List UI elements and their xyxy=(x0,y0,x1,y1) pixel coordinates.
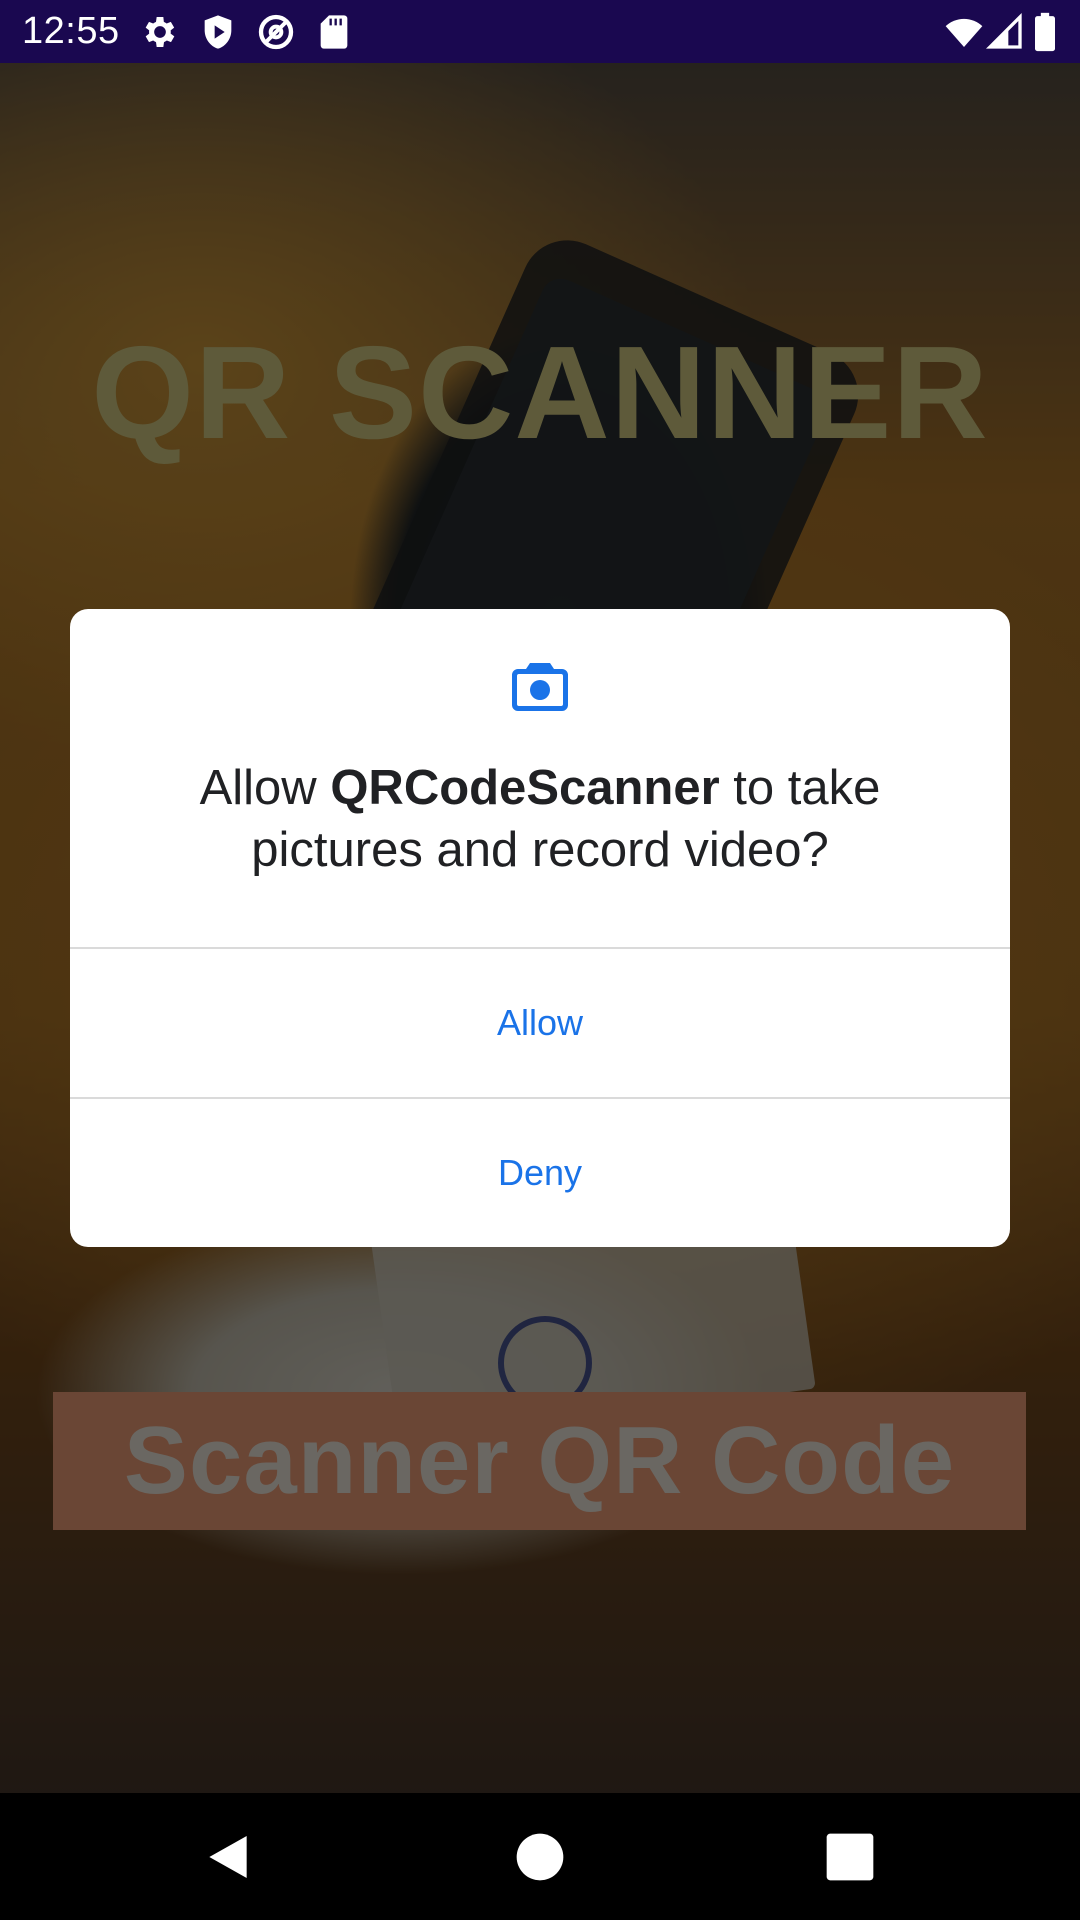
app-name: QRCodeScanner xyxy=(330,761,720,815)
status-time: 12:55 xyxy=(22,10,120,52)
at-sign-icon xyxy=(256,12,296,52)
message-prefix: Allow xyxy=(199,761,331,815)
navigation-bar xyxy=(0,1793,1080,1920)
app-title: QR SCANNER xyxy=(91,319,989,466)
scan-qr-button[interactable]: Scanner QR Code xyxy=(53,1392,1026,1530)
back-icon[interactable] xyxy=(200,1829,256,1885)
shield-play-icon xyxy=(198,12,238,52)
battery-icon xyxy=(1028,12,1062,52)
wifi-icon xyxy=(944,12,984,52)
gear-icon xyxy=(140,12,180,52)
permission-message: Allow QRCodeScanner to take pictures and… xyxy=(110,757,970,881)
home-icon[interactable] xyxy=(512,1829,568,1885)
recents-icon[interactable] xyxy=(822,1829,878,1885)
allow-button[interactable]: Allow xyxy=(70,949,1010,1097)
camera-icon xyxy=(512,661,568,713)
status-bar: 12:55 xyxy=(0,0,1080,63)
cell-signal-icon xyxy=(985,12,1025,52)
deny-button[interactable]: Deny xyxy=(70,1099,1010,1247)
permission-dialog: Allow QRCodeScanner to take pictures and… xyxy=(70,609,1010,1247)
sd-card-icon xyxy=(314,12,354,52)
